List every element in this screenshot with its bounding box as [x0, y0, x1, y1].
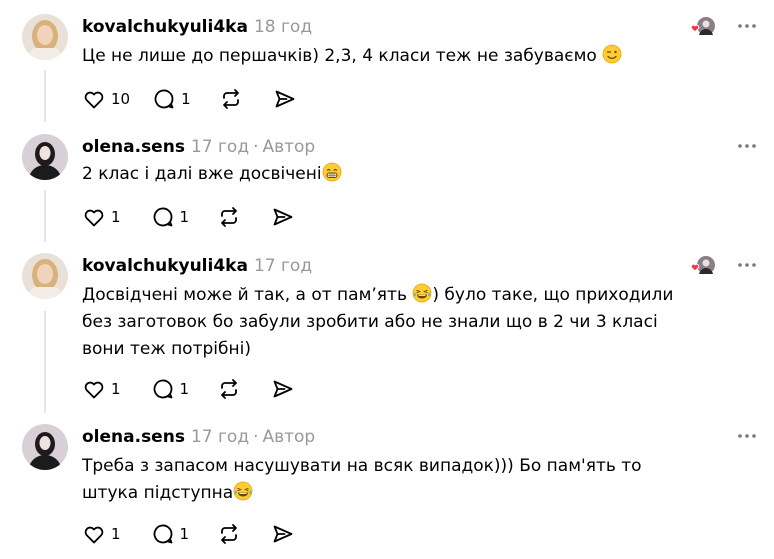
avatar-olena-sens[interactable] — [22, 134, 68, 180]
repost-button[interactable] — [219, 85, 243, 113]
timestamp[interactable]: 17 год — [191, 137, 249, 157]
comment-header: kovalchukyuli4ka 18 год — [82, 15, 312, 39]
reply-count: 1 — [179, 208, 190, 226]
avatar-kovalchukyuli4ka[interactable] — [22, 253, 68, 299]
comment-bubble-icon — [154, 89, 174, 109]
comment-bubble-icon — [153, 524, 172, 544]
thread-line — [44, 190, 46, 242]
thread-line — [44, 311, 46, 413]
repost-icon — [221, 379, 237, 399]
author-label: Автор — [262, 137, 316, 157]
tears-of-joy-emoji-icon — [233, 481, 253, 501]
like-button[interactable]: 1 — [82, 520, 121, 548]
more-options-icon[interactable] — [735, 253, 759, 277]
username[interactable]: kovalchukyuli4ka — [82, 17, 248, 37]
repost-icon — [221, 207, 237, 227]
username[interactable]: olena.sens — [82, 137, 185, 157]
comment-text: Досвідчені може й так, а от пам’ять ) бу… — [82, 283, 674, 359]
like-count: 1 — [111, 380, 121, 398]
reply-button[interactable]: 1 — [152, 85, 191, 113]
comment-actions: 1 1 — [82, 520, 295, 548]
comment-actions: 1 1 — [82, 375, 295, 403]
like-count: 1 — [111, 208, 121, 226]
like-button[interactable]: 1 — [82, 375, 121, 403]
comment-bubble-icon — [153, 379, 172, 399]
reply-count: 1 — [179, 525, 190, 543]
comment-header: kovalchukyuli4ka 17 год — [82, 254, 312, 278]
username[interactable]: olena.sens — [82, 427, 185, 447]
comment-text: Це не лише до першачків) 2,3, 4 класи те… — [82, 43, 682, 70]
reply-button[interactable]: 1 — [151, 520, 190, 548]
timestamp[interactable]: 18 год — [254, 17, 312, 37]
liked-by-author-badge — [690, 16, 716, 38]
timestamp[interactable]: 17 год — [191, 427, 249, 447]
more-options-icon[interactable] — [735, 14, 759, 38]
heart-icon — [84, 91, 104, 109]
like-count: 1 — [111, 525, 121, 543]
repost-icon — [222, 89, 239, 109]
comment-header: olena.sens 17 год · Автор — [82, 135, 315, 159]
send-icon — [275, 90, 295, 108]
more-options-icon[interactable] — [735, 134, 759, 158]
like-button[interactable]: 1 — [82, 203, 121, 231]
comment-text: Треба з запасом насушувати на всяк випад… — [82, 456, 642, 503]
comment-actions: 1 1 — [82, 203, 295, 231]
repost-button[interactable] — [217, 375, 241, 403]
repost-icon — [221, 524, 237, 544]
separator-dot: · — [253, 427, 259, 447]
reply-count: 1 — [181, 90, 191, 108]
reply-button[interactable]: 1 — [151, 375, 190, 403]
grinning-emoji-icon — [322, 162, 341, 182]
share-button[interactable] — [271, 203, 295, 231]
reply-button[interactable]: 1 — [151, 203, 190, 231]
repost-button[interactable] — [217, 203, 241, 231]
comment-bubble-icon — [153, 207, 172, 227]
send-icon — [273, 380, 293, 398]
separator-dot: · — [253, 137, 259, 157]
avatar-olena-sens[interactable] — [22, 424, 68, 470]
author-label: Автор — [262, 427, 316, 447]
repost-button[interactable] — [217, 520, 241, 548]
share-button[interactable] — [271, 520, 295, 548]
thread-line — [44, 70, 46, 122]
like-count: 10 — [111, 90, 131, 108]
comment-actions: 10 1 — [82, 85, 297, 113]
reply-count: 1 — [179, 380, 190, 398]
comment-text: 2 клас і далі вже досвічені — [82, 161, 682, 188]
comment-header: olena.sens 17 год · Автор — [82, 425, 315, 449]
wink-emoji-icon — [602, 44, 622, 64]
more-options-icon[interactable] — [735, 424, 759, 448]
liked-by-author-badge — [690, 255, 716, 277]
heart-icon — [84, 209, 104, 227]
share-button[interactable] — [273, 85, 297, 113]
send-icon — [273, 525, 293, 543]
send-icon — [273, 208, 293, 226]
avatar-kovalchukyuli4ka[interactable] — [22, 14, 68, 60]
timestamp[interactable]: 17 год — [254, 256, 312, 276]
tears-of-joy-emoji-icon — [412, 283, 432, 303]
heart-icon — [84, 526, 104, 544]
share-button[interactable] — [271, 375, 295, 403]
like-button[interactable]: 10 — [82, 85, 130, 113]
heart-icon — [84, 381, 104, 399]
username[interactable]: kovalchukyuli4ka — [82, 256, 248, 276]
